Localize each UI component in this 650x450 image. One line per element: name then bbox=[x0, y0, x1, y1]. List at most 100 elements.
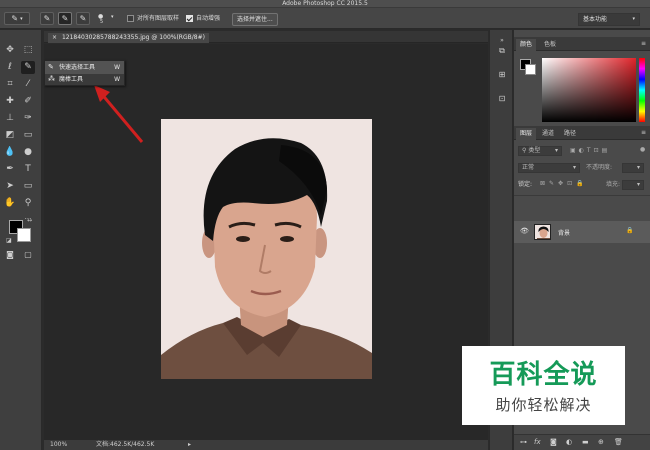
lock-label: 锁定: bbox=[518, 181, 533, 188]
visibility-eye-icon[interactable]: 👁 bbox=[520, 227, 529, 235]
history-brush-tool-icon[interactable]: ✑ bbox=[21, 112, 35, 125]
add-to-selection-button[interactable]: ✎ bbox=[58, 12, 72, 25]
crop-tool-icon[interactable]: ⌗ bbox=[3, 78, 17, 91]
filter-toggle-icon[interactable]: ● bbox=[640, 146, 645, 153]
bg-color-mini[interactable] bbox=[525, 64, 536, 75]
zoom-tool-icon[interactable]: ⚲ bbox=[21, 197, 35, 210]
flyout-item-quick-selection[interactable]: ✎ 快速选择工具 W bbox=[45, 62, 124, 73]
add-mask-icon[interactable]: ◙ bbox=[550, 438, 557, 446]
watermark-badge: 百科全说 助你轻松解决 bbox=[462, 346, 625, 425]
quick-selection-tool-icon[interactable]: ✎ bbox=[21, 61, 35, 74]
color-panel-tabs: 颜色 色板 ≡ bbox=[514, 37, 650, 51]
layer-name[interactable]: 背景 bbox=[558, 228, 570, 237]
panel-menu-icon[interactable]: ≡ bbox=[641, 40, 646, 47]
flyout-item-label: 魔棒工具 bbox=[59, 76, 84, 83]
chevron-down-icon: ▾ bbox=[632, 16, 635, 22]
fill-field[interactable]: ▾ bbox=[622, 180, 644, 190]
gradient-tool-icon[interactable]: ▭ bbox=[21, 129, 35, 142]
adjustment-layer-icon[interactable]: ◐ bbox=[566, 438, 572, 446]
clone-stamp-tool-icon[interactable]: ⊥ bbox=[3, 112, 17, 125]
new-layer-icon[interactable]: ⊕ bbox=[598, 438, 604, 446]
layer-filter-icons[interactable]: ▣◐T⊡▤ bbox=[570, 147, 610, 154]
sample-all-layers-checkbox[interactable] bbox=[127, 15, 134, 22]
brush-size-picker[interactable]: ● 5 ▾ bbox=[98, 13, 118, 25]
workspace-switcher[interactable]: 基本功能 ▾ bbox=[578, 13, 640, 26]
annotation-arrow-icon bbox=[94, 85, 144, 143]
tab-color[interactable]: 颜色 bbox=[516, 39, 537, 51]
close-icon[interactable]: × bbox=[52, 34, 57, 41]
auto-enhance-label: 自动增强 bbox=[196, 15, 221, 22]
document-tab-bar: × 12184030285788243355.jpg @ 100%(RGB/8#… bbox=[44, 31, 488, 43]
chevron-down-icon: ▾ bbox=[636, 181, 640, 188]
app-title: Adobe Photoshop CC 2015.5 bbox=[282, 0, 368, 7]
rectangle-tool-icon[interactable]: ▭ bbox=[21, 180, 35, 193]
opacity-label: 不透明度: bbox=[586, 164, 613, 171]
swap-colors-icon[interactable]: ↔ bbox=[27, 217, 32, 224]
brush-tool-icon[interactable]: ✐ bbox=[21, 95, 35, 108]
blend-mode-label: 正常 bbox=[522, 164, 535, 171]
document-tab[interactable]: × 12184030285788243355.jpg @ 100%(RGB/8#… bbox=[48, 33, 209, 43]
layer-filter-select[interactable]: ⚲ 类型 ▾ bbox=[518, 146, 562, 156]
selection-tool-flyout: ✎ 快速选择工具 W ⁂ 魔棒工具 W bbox=[44, 60, 125, 86]
opacity-field[interactable]: ▾ bbox=[622, 163, 644, 173]
zoom-level[interactable]: 100% bbox=[50, 440, 67, 450]
blur-tool-icon[interactable]: 💧 bbox=[3, 146, 17, 159]
title-bar: Adobe Photoshop CC 2015.5 bbox=[0, 0, 650, 8]
move-tool-icon[interactable]: ✥ bbox=[3, 44, 17, 57]
path-selection-tool-icon[interactable]: ➤ bbox=[3, 180, 17, 193]
background-color-swatch[interactable] bbox=[17, 228, 31, 242]
tab-channels[interactable]: 通道 bbox=[538, 128, 558, 140]
pen-tool-icon[interactable]: ✒ bbox=[3, 163, 17, 176]
default-colors-icon[interactable]: ◪ bbox=[6, 237, 12, 244]
panel-menu-icon[interactable]: ≡ bbox=[641, 129, 646, 136]
properties-panel-icon[interactable]: ⊞ bbox=[495, 68, 509, 81]
fill-label: 填充: bbox=[606, 181, 621, 188]
eraser-tool-icon[interactable]: ◩ bbox=[3, 129, 17, 142]
eyedropper-tool-icon[interactable]: ⁄ bbox=[21, 78, 35, 91]
tool-preset-picker[interactable]: ✎ ▾ bbox=[4, 12, 30, 25]
watermark-title: 百科全说 bbox=[489, 360, 598, 390]
quick-selection-icon: ✎ bbox=[11, 14, 19, 23]
workspace-label: 基本功能 bbox=[583, 16, 608, 23]
hue-slider[interactable] bbox=[639, 58, 645, 122]
brush-subtract-icon: ✎ bbox=[79, 14, 87, 23]
chevron-down-icon: ▾ bbox=[572, 164, 576, 171]
hand-tool-icon[interactable]: ✋ bbox=[3, 197, 17, 210]
quick-mask-icon[interactable]: ◙ bbox=[3, 248, 17, 261]
auto-enhance-checkbox[interactable] bbox=[186, 15, 193, 22]
chevron-down-icon: ▾ bbox=[554, 147, 558, 154]
marquee-tool-icon[interactable]: ⬚ bbox=[21, 44, 35, 57]
layer-filter-label: 类型 bbox=[528, 147, 541, 154]
adjustments-panel-icon[interactable]: ⊡ bbox=[495, 92, 509, 105]
layer-row-background[interactable]: 👁 背景 🔒 bbox=[514, 221, 650, 243]
chevron-right-icon[interactable]: ▸ bbox=[188, 440, 191, 450]
document-size[interactable]: 文档:462.5K/462.5K bbox=[96, 440, 154, 450]
new-group-icon[interactable]: ▬ bbox=[582, 438, 589, 446]
tab-swatches[interactable]: 色板 bbox=[540, 39, 560, 51]
dodge-tool-icon[interactable]: ● bbox=[21, 146, 35, 159]
layer-style-icon[interactable]: fx bbox=[534, 438, 541, 446]
healing-brush-tool-icon[interactable]: ✚ bbox=[3, 95, 17, 108]
lock-icons[interactable]: ⊠✎✥⊡🔒 bbox=[540, 180, 588, 187]
history-panel-icon[interactable]: ⧉ bbox=[495, 44, 509, 57]
brush-new-icon: ✎ bbox=[43, 14, 51, 23]
flyout-item-magic-wand[interactable]: ⁂ 魔棒工具 W bbox=[45, 74, 124, 85]
sample-all-layers-label: 对所有图层取样 bbox=[137, 15, 180, 22]
link-layers-icon[interactable]: ⊶ bbox=[520, 438, 527, 446]
document-tab-label: 12184030285788243355.jpg @ 100%(RGB/8#) bbox=[61, 34, 205, 41]
tab-layers[interactable]: 图层 bbox=[516, 128, 537, 140]
flyout-item-shortcut: W bbox=[114, 76, 120, 83]
screen-mode-icon[interactable]: ▢ bbox=[21, 248, 35, 261]
tools-panel: ✥ ⬚ ℓ ✎ ⌗ ⁄ ✚ ✐ ⊥ ✑ ◩ ▭ 💧 ● ✒ T ➤ ▭ ✋ ⚲ … bbox=[0, 30, 42, 450]
select-and-mask-button[interactable]: 选择并遮住... bbox=[232, 13, 278, 26]
tab-paths[interactable]: 路径 bbox=[560, 128, 580, 140]
lasso-tool-icon[interactable]: ℓ bbox=[3, 61, 17, 74]
flyout-item-label: 快速选择工具 bbox=[59, 64, 96, 71]
delete-layer-icon[interactable]: 🗑 bbox=[614, 438, 623, 446]
type-tool-icon[interactable]: T bbox=[21, 163, 35, 176]
color-field[interactable] bbox=[542, 58, 636, 122]
document-image[interactable] bbox=[161, 119, 372, 379]
blend-mode-select[interactable]: 正常 ▾ bbox=[518, 163, 580, 173]
subtract-from-selection-button[interactable]: ✎ bbox=[76, 12, 90, 25]
new-selection-button[interactable]: ✎ bbox=[40, 12, 54, 25]
